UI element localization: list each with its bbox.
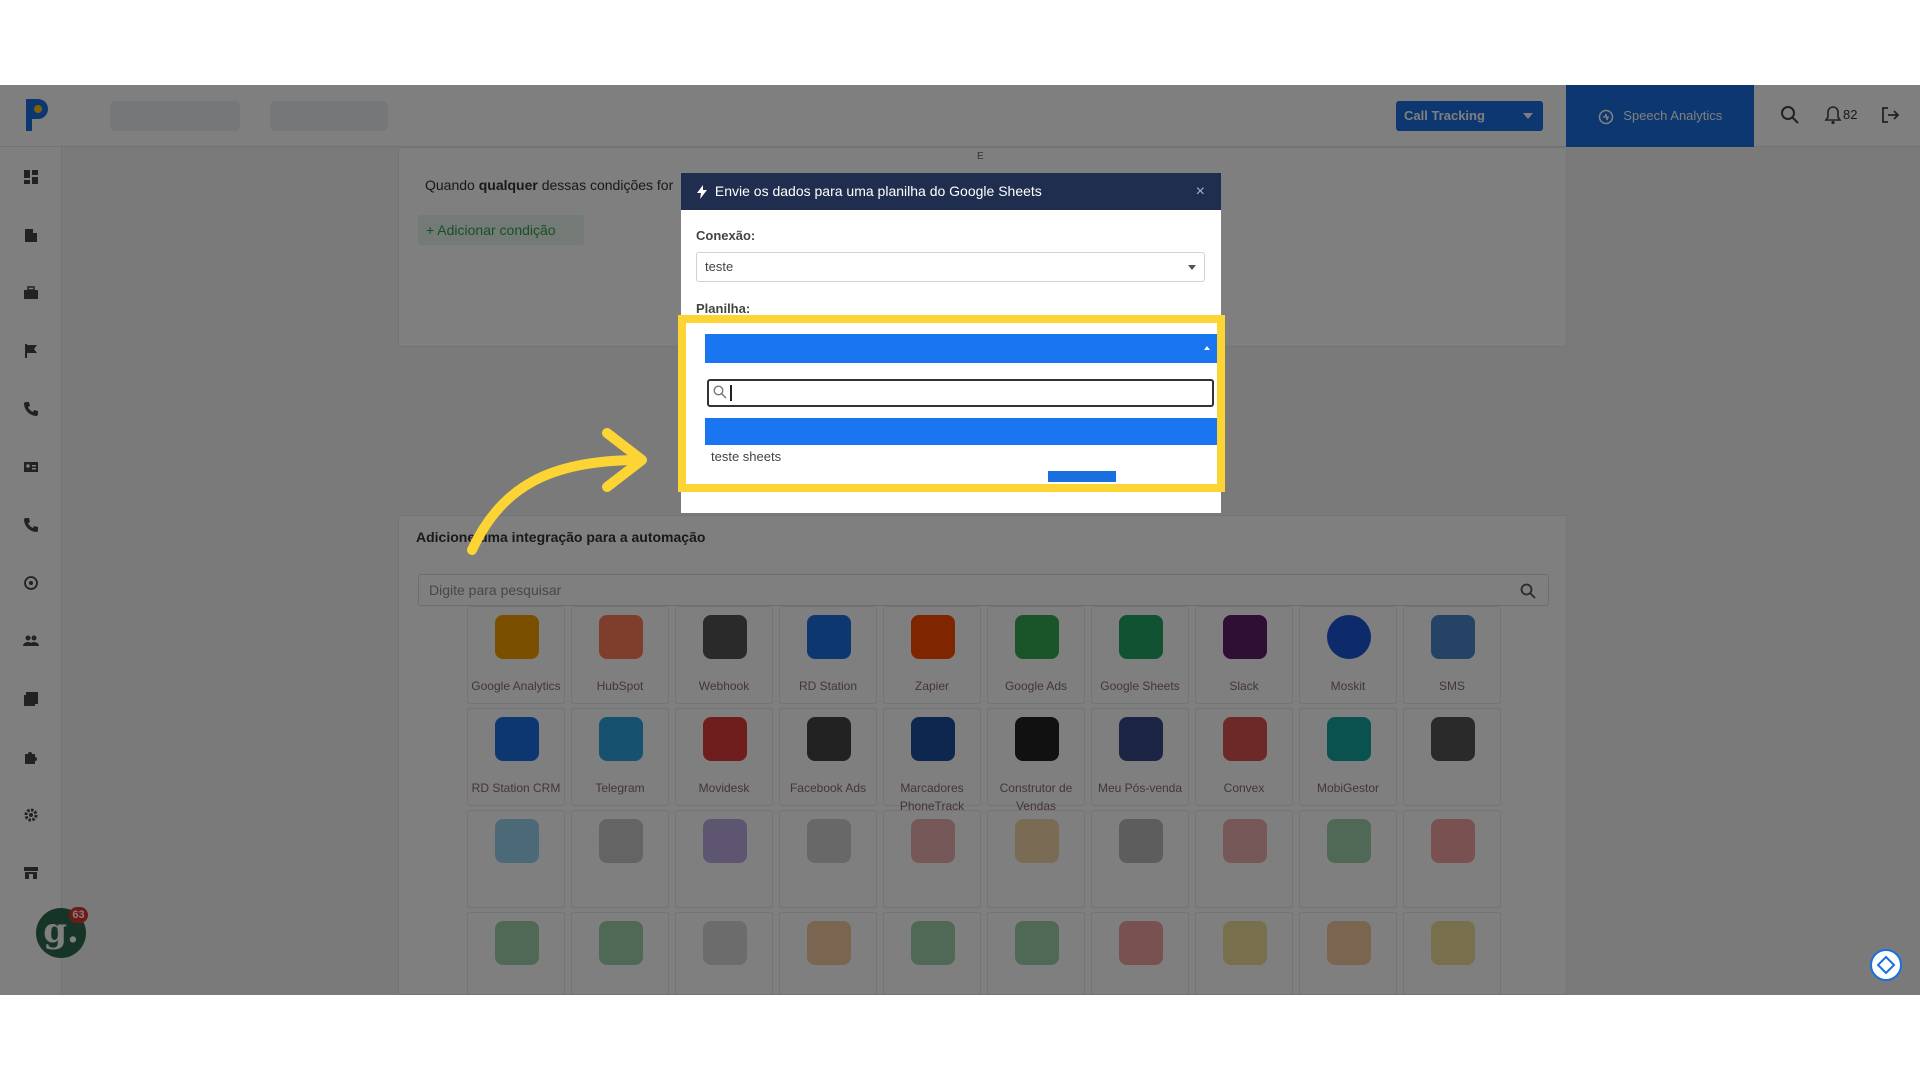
highlight-box: teste sheets	[678, 315, 1225, 492]
modal-title: Envie os dados para uma planilha do Goog…	[714, 183, 1042, 199]
dropdown-search-input[interactable]	[707, 379, 1214, 407]
connection-label: Conexão:	[696, 228, 756, 243]
close-icon[interactable]: ×	[1196, 173, 1205, 210]
search-icon	[713, 385, 727, 399]
connection-select[interactable]: teste	[696, 252, 1205, 282]
help-icon	[1876, 955, 1896, 975]
chevron-down-icon	[1188, 265, 1196, 270]
sheet-select[interactable]	[705, 334, 1217, 363]
text-cursor	[730, 385, 732, 401]
dropdown-option[interactable]: teste sheets	[711, 449, 781, 464]
chevron-up-icon	[1204, 346, 1210, 350]
modal-header: Envie os dados para uma planilha do Goog…	[681, 173, 1221, 210]
modal-submit-button-peek	[1048, 471, 1116, 482]
dropdown-option-empty[interactable]	[705, 418, 1217, 445]
app-frame: Call Tracking Speech Analytics 82	[0, 85, 1920, 995]
help-widget-button[interactable]	[1870, 949, 1902, 981]
annotation-arrow-icon	[467, 428, 647, 555]
sheet-label: Planilha:	[696, 301, 751, 316]
bolt-icon	[697, 185, 707, 200]
